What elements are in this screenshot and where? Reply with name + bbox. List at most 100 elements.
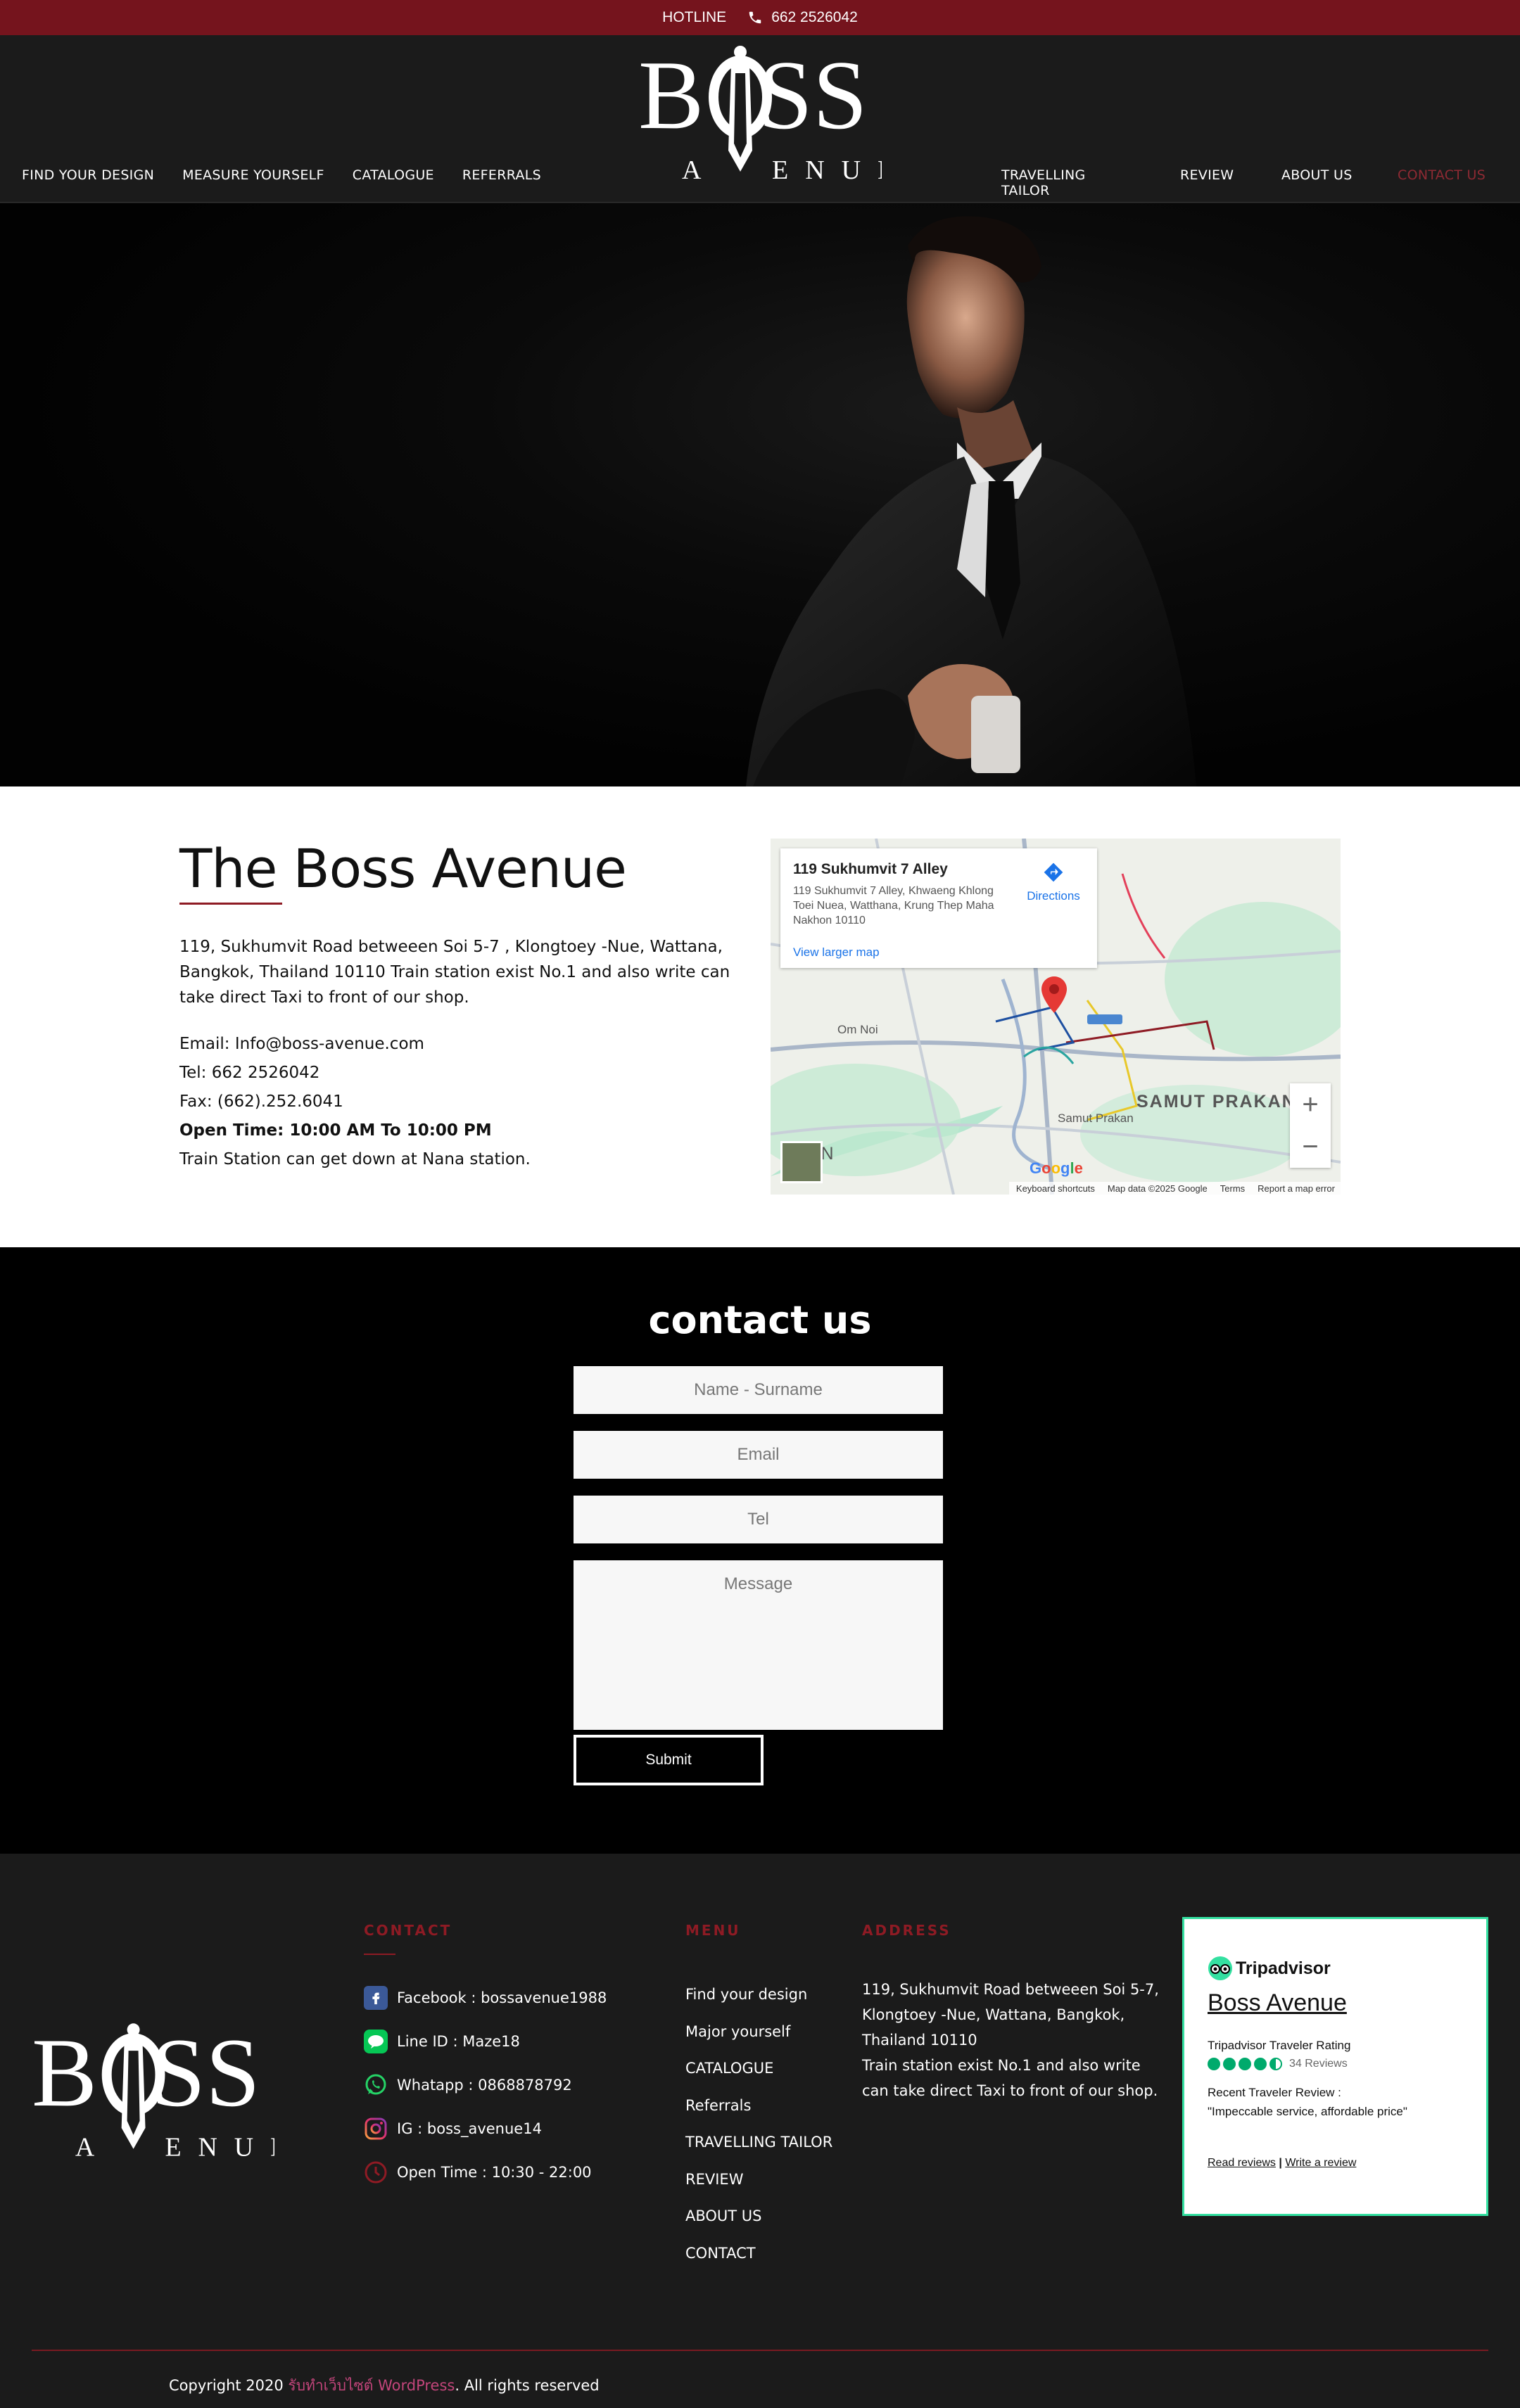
instagram-icon [364, 2117, 388, 2141]
about-contact-info: Email: Info@boss-avenue.com Tel: 662 252… [179, 1030, 531, 1174]
recent-review-label: Recent Traveler Review : [1208, 2086, 1341, 2099]
submit-button[interactable]: Submit [574, 1735, 764, 1785]
footer-menu-review[interactable]: REVIEW [685, 2161, 832, 2198]
whatsapp-icon [364, 2073, 388, 2097]
about-tel: Tel: 662 2526042 [179, 1064, 320, 1082]
footer-address-heading: ADDRESS [862, 1922, 951, 1939]
footer-menu-catalogue[interactable]: CATALOGUE [685, 2050, 832, 2087]
footer-address: 119, Sukhumvit Road betweeen Soi 5-7, Kl… [862, 1981, 1159, 2099]
nav-catalogue[interactable]: CATALOGUE [353, 167, 434, 183]
whatsapp-text: Whatapp : 0868878792 [397, 2077, 572, 2094]
zoom-out-button[interactable]: − [1290, 1126, 1331, 1168]
contact-title: contact us [648, 1298, 872, 1342]
copyright-prefix: Copyright 2020 [169, 2377, 284, 2394]
svg-text:B: B [32, 2022, 97, 2127]
about-open-time: Open Time: 10:00 AM To 10:00 PM [179, 1121, 492, 1140]
map-marker-icon[interactable] [1041, 976, 1067, 1013]
line-icon [364, 2030, 388, 2053]
map-place-address: 119 Sukhumvit 7 Alley, Khwaeng Khlong To… [793, 885, 994, 926]
svg-text:A: A [75, 2133, 108, 2162]
tripadvisor-widget: Tripadvisor Boss Avenue Tripadvisor Trav… [1182, 1917, 1488, 2216]
open-time-text: Open Time : 10:30 - 22:00 [397, 2164, 592, 2181]
hotline-phone-link[interactable]: 662 2526042 [747, 9, 858, 26]
nav-referrals[interactable]: REFERRALS [462, 167, 541, 183]
tripadvisor-review-count: 34 Reviews [1289, 2058, 1348, 2070]
tripadvisor-brand[interactable]: Tripadvisor [1208, 1956, 1331, 1981]
directions-button[interactable]: Directions [1018, 861, 1089, 903]
about-email[interactable]: Email: Info@boss-avenue.com [179, 1030, 531, 1059]
nav-contact-us[interactable]: CONTACT US [1398, 167, 1486, 183]
nav-travelling-tailor[interactable]: TRAVELLING TAILOR [1001, 167, 1086, 198]
line-text: Line ID : Maze18 [397, 2033, 520, 2050]
tripadvisor-business-name[interactable]: Boss Avenue [1208, 1989, 1347, 2017]
footer-logo[interactable]: B SS A ENUE [32, 2022, 274, 2163]
footer-menu-referrals[interactable]: Referrals [685, 2087, 832, 2124]
footer-line[interactable]: Line ID : Maze18 [364, 2020, 607, 2063]
links-separator: | [1279, 2157, 1282, 2169]
footer-menu-about-us[interactable]: ABOUT US [685, 2198, 832, 2235]
footer-menu: Find your design Major yourself CATALOGU… [685, 1976, 832, 2272]
footer-contact-underline [364, 1954, 395, 1955]
zoom-in-button[interactable]: + [1290, 1083, 1331, 1126]
footer-whatsapp[interactable]: Whatapp : 0868878792 [364, 2063, 607, 2107]
footer-menu-major-yourself[interactable]: Major yourself [685, 2013, 832, 2051]
logo-letter-b: B [638, 45, 704, 150]
rating-dot [1223, 2058, 1236, 2070]
email-input[interactable]: Email [574, 1431, 943, 1479]
footer-open-time: Open Time : 10:30 - 22:00 [364, 2151, 607, 2194]
footer-menu-find-your-design[interactable]: Find your design [685, 1976, 832, 2013]
nav-left: FIND YOUR DESIGN MEASURE YOURSELF CATALO… [22, 167, 541, 183]
rating-dot-half [1269, 2058, 1282, 2070]
write-review-link[interactable]: Write a review [1285, 2157, 1356, 2169]
nav-review[interactable]: REVIEW [1180, 167, 1234, 183]
tel-input[interactable]: Tel [574, 1496, 943, 1543]
nav-measure-yourself[interactable]: MEASURE YOURSELF [182, 167, 324, 183]
name-input[interactable]: Name - Surname [574, 1366, 943, 1414]
nav-about-us[interactable]: ABOUT US [1281, 167, 1353, 183]
site-header: B SS A ENUE FIND YOUR DESIGN MEASURE YOU… [0, 35, 1520, 203]
message-textarea[interactable]: Message [574, 1560, 943, 1730]
map-place-title: 119 Sukhumvit 7 Alley [793, 861, 948, 877]
directions-icon [1044, 862, 1063, 882]
map-place-card: 119 Sukhumvit 7 Alley 119 Sukhumvit 7 Al… [780, 848, 1097, 968]
map-satellite-toggle[interactable] [780, 1141, 823, 1183]
footer-contact-list: Facebook : bossavenue1988 Line ID : Maze… [364, 1976, 607, 2194]
about-address: 119, Sukhumvit Road betweeen Soi 5-7 , K… [179, 938, 730, 1007]
about-title: The Boss Avenue [179, 837, 627, 900]
google-map[interactable]: SAMUT PRAKAN HON Om Noi Samut Prakan 119… [771, 839, 1341, 1195]
footer-facebook[interactable]: Facebook : bossavenue1988 [364, 1976, 607, 2020]
map-zoom-controls: + − [1290, 1083, 1331, 1168]
footer-instagram[interactable]: IG : boss_avenue14 [364, 2107, 607, 2151]
tripadvisor-brand-text: Tripadvisor [1236, 1958, 1331, 1978]
map-label-samut-prakan: SAMUT PRAKAN [1136, 1092, 1296, 1111]
nav-find-your-design[interactable]: FIND YOUR DESIGN [22, 167, 154, 183]
svg-text:A: A [682, 155, 715, 185]
title-underline [179, 903, 282, 905]
svg-text:SS: SS [758, 45, 868, 150]
hero-banner [0, 203, 1520, 786]
copyright-link[interactable]: รับทำเว็บไซต์ WordPress [288, 2377, 455, 2394]
phone-icon [749, 11, 761, 24]
footer-divider [32, 2350, 1488, 2351]
rating-dot [1239, 2058, 1251, 2070]
footer-menu-travelling-tailor[interactable]: TRAVELLING TAILOR [685, 2124, 832, 2161]
keyboard-shortcuts-link[interactable]: Keyboard shortcuts [1016, 1183, 1095, 1194]
tripadvisor-rating-dots: 34 Reviews [1208, 2058, 1348, 2070]
contact-section: contact us Name - Surname Email Tel Mess… [0, 1247, 1520, 1854]
view-larger-map-link[interactable]: View larger map [793, 945, 880, 960]
map-data-credit: Map data ©2025 Google [1107, 1183, 1208, 1194]
map-terms-link[interactable]: Terms [1220, 1183, 1245, 1194]
report-map-error-link[interactable]: Report a map error [1258, 1183, 1335, 1194]
about-station: Train Station can get down at Nana stati… [179, 1150, 531, 1168]
map-label-om-noi: Om Noi [837, 1023, 878, 1036]
read-reviews-link[interactable]: Read reviews [1208, 2157, 1276, 2169]
boss-avenue-logo[interactable]: B SS A ENUE [638, 45, 882, 186]
map-label-samut-small: Samut Prakan [1058, 1111, 1134, 1125]
tripadvisor-recent-review: Recent Traveler Review : "Impeccable ser… [1208, 2083, 1433, 2121]
tripadvisor-rating-label: Tripadvisor Traveler Rating [1208, 2039, 1351, 2052]
recent-review-quote: "Impeccable service, affordable price" [1208, 2105, 1407, 2118]
site-footer: B SS A ENUE CONTACT MENU ADDRESS Faceboo… [0, 1854, 1520, 2408]
footer-menu-contact[interactable]: CONTACT [685, 2235, 832, 2272]
rating-dot [1208, 2058, 1220, 2070]
facebook-icon [364, 1986, 388, 2010]
